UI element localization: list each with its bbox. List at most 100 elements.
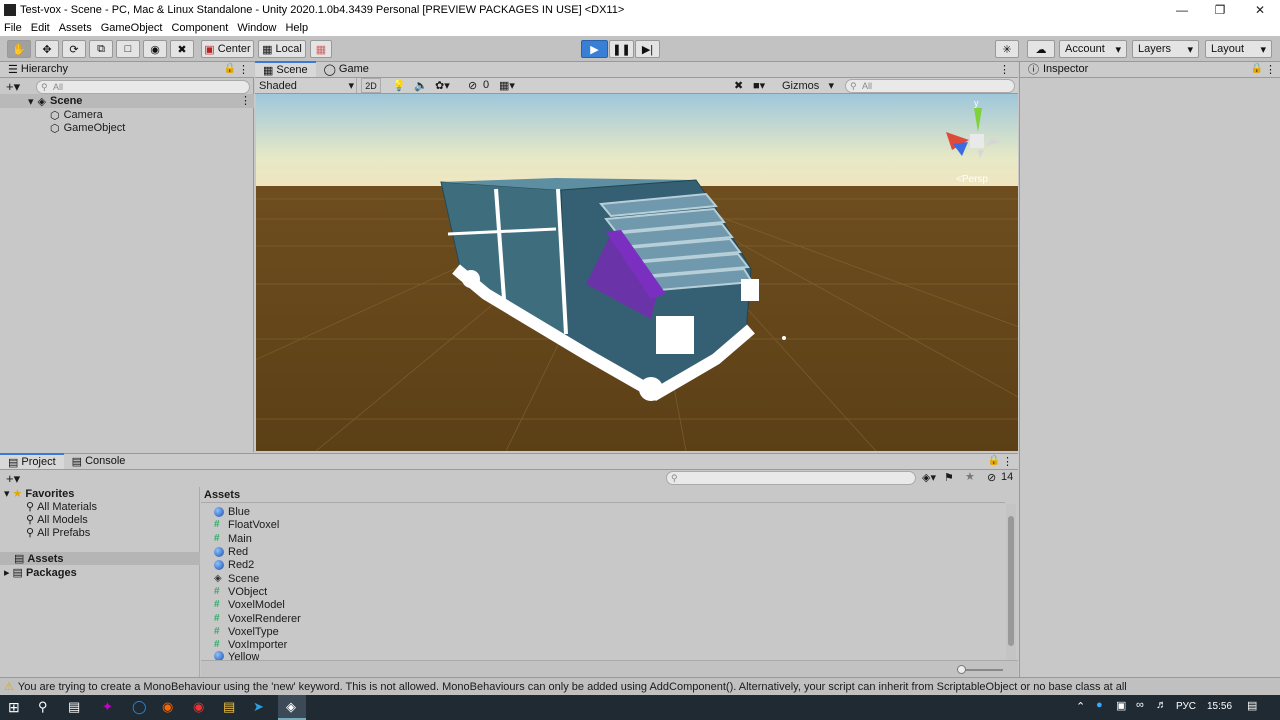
tab-scene[interactable]: ▦ Scene	[255, 61, 316, 77]
label-filter-icon[interactable]: ⚑	[944, 471, 954, 484]
tab-hierarchy[interactable]: ☰ Hierarchy	[0, 61, 76, 77]
folder-packages[interactable]: ▸ ▤ Packages	[4, 566, 77, 580]
volume-icon[interactable]: ♬	[1156, 699, 1167, 711]
pivot-center-button[interactable]: ▣ Center	[201, 40, 254, 58]
custom-tool-button[interactable]: ✖	[170, 40, 194, 58]
telegram-icon[interactable]: ➤	[253, 699, 264, 715]
icon-size-slider-handle[interactable]	[957, 665, 966, 674]
asset-voximporter[interactable]: # VoxImporter	[214, 638, 287, 651]
asset-main[interactable]: # Main	[214, 532, 252, 545]
pause-button[interactable]: ❚❚	[609, 40, 634, 58]
search-icon[interactable]: ⚲	[38, 699, 48, 715]
kebab-menu-icon[interactable]: ⋮	[999, 63, 1010, 76]
account-dropdown[interactable]: Account ▾	[1059, 40, 1127, 58]
menu-file[interactable]: File	[4, 22, 22, 34]
lock-icon[interactable]: 🔒	[224, 63, 236, 74]
edge-icon[interactable]: ◯	[132, 699, 147, 715]
firefox-icon[interactable]: ◉	[162, 699, 173, 715]
minimize-button[interactable]: —	[1162, 0, 1202, 20]
tab-project[interactable]: ▤ Project	[0, 453, 64, 469]
project-search-input[interactable]: ⚲	[666, 471, 916, 485]
asset-voxelrenderer[interactable]: # VoxelRenderer	[214, 612, 301, 625]
star-icon[interactable]: ★	[965, 470, 975, 483]
tab-game[interactable]: ◯ Game	[316, 61, 377, 77]
pivot-local-button[interactable]: ▦ Local	[258, 40, 306, 58]
tray-display-icon[interactable]: ▣	[1116, 699, 1126, 712]
menu-component[interactable]: Component	[171, 22, 228, 34]
transform-tool-button[interactable]: ◉	[143, 40, 167, 58]
asset-blue[interactable]: Blue	[214, 505, 250, 518]
kebab-menu-icon[interactable]: ⋮	[1265, 63, 1276, 76]
layers-dropdown[interactable]: Layers ▾	[1132, 40, 1199, 58]
hand-tool-button[interactable]: ✋	[7, 40, 31, 58]
shading-mode-dropdown[interactable]: Shaded ▾	[257, 78, 357, 93]
icon-size-slider-track[interactable]	[961, 669, 1003, 671]
step-button[interactable]: ▶|	[635, 40, 660, 58]
tab-inspector[interactable]: ⓘ Inspector	[1020, 61, 1096, 77]
hierarchy-item-gameobject[interactable]: ⬡ GameObject	[50, 121, 125, 135]
rotate-tool-button[interactable]: ⟳	[62, 40, 86, 58]
hierarchy-item-camera[interactable]: ⬡ Camera	[50, 108, 103, 122]
menu-assets[interactable]: Assets	[59, 22, 92, 34]
wifi-icon[interactable]: ∞	[1136, 699, 1144, 711]
layout-dropdown[interactable]: Layout ▾	[1205, 40, 1272, 58]
collab-button[interactable]: ✳	[995, 40, 1019, 58]
asset-red[interactable]: Red	[214, 545, 248, 558]
menu-edit[interactable]: Edit	[31, 22, 50, 34]
favorites-row[interactable]: ▾ ★ Favorites	[4, 487, 74, 501]
audio-icon[interactable]: 🔈	[414, 79, 428, 92]
scene-viewport[interactable]: y <Persp	[256, 94, 1018, 451]
asset-voxeltype[interactable]: # VoxelType	[214, 625, 279, 638]
input-language[interactable]: РУС	[1176, 701, 1196, 712]
explorer-icon[interactable]: ▤	[223, 699, 235, 715]
scene-menu-icon[interactable]: ⋮	[240, 94, 251, 107]
asset-floatvoxel[interactable]: # FloatVoxel	[214, 518, 279, 531]
snap-button[interactable]: ▦	[310, 40, 332, 58]
folder-assets[interactable]: ▤ Assets	[14, 552, 63, 566]
assets-breadcrumb[interactable]: Assets	[204, 489, 240, 501]
play-button[interactable]: ▶	[581, 40, 608, 58]
restore-button[interactable]: ❐	[1200, 0, 1240, 20]
asset-vobject[interactable]: # VObject	[214, 585, 267, 598]
hierarchy-search-input[interactable]: ⚲ All	[36, 80, 250, 94]
persp-label[interactable]: <Persp	[956, 174, 988, 185]
kebab-menu-icon[interactable]: ⋮	[238, 63, 249, 76]
status-bar[interactable]: ⚠ You are trying to create a MonoBehavio…	[0, 677, 1280, 695]
chevron-up-icon[interactable]: ⌃	[1076, 700, 1085, 713]
menu-window[interactable]: Window	[237, 22, 276, 34]
favorite-all-models[interactable]: ⚲ All Models	[26, 513, 88, 527]
tab-console[interactable]: ▤ Console	[64, 453, 134, 469]
kebab-menu-icon[interactable]: ⋮	[1002, 455, 1013, 468]
move-tool-button[interactable]: ✥	[35, 40, 59, 58]
scale-tool-button[interactable]: ⧉	[89, 40, 113, 58]
chrome-icon[interactable]: ◉	[193, 699, 204, 715]
favorite-all-materials[interactable]: ⚲ All Materials	[26, 500, 97, 514]
hidden-packages-icon[interactable]: ⊘	[987, 471, 996, 484]
clock[interactable]: 15:56	[1207, 701, 1232, 712]
lighting-icon[interactable]: 💡	[392, 79, 406, 92]
rect-tool-button[interactable]: □	[116, 40, 140, 58]
filter-type-icon[interactable]: ◈▾	[922, 471, 936, 484]
windows-start-icon[interactable]: ⊞	[8, 699, 20, 716]
asset-voxelmodel[interactable]: # VoxelModel	[214, 598, 285, 611]
lock-icon[interactable]: 🔒	[1251, 63, 1263, 74]
cloud-button[interactable]: ☁	[1027, 40, 1055, 58]
asset-scene[interactable]: ◈ Scene	[214, 572, 259, 585]
gizmos-dropdown[interactable]: Gizmos ▾	[779, 78, 837, 93]
scene-search-input[interactable]: ⚲ All	[845, 79, 1015, 93]
menu-help[interactable]: Help	[285, 22, 308, 34]
grid-toggle-icon[interactable]: ▦▾	[499, 79, 515, 92]
visual-studio-icon[interactable]: ✦	[102, 699, 113, 715]
notifications-icon[interactable]: ▤	[1247, 699, 1257, 712]
scrollbar-thumb[interactable]	[1008, 516, 1014, 646]
add-icon[interactable]: +▾	[6, 471, 20, 487]
hidden-objects-icon[interactable]: ⊘	[468, 79, 477, 92]
asset-red2[interactable]: Red2	[214, 558, 254, 571]
effects-icon[interactable]: ✿▾	[435, 79, 450, 92]
close-button[interactable]: ✕	[1240, 0, 1280, 20]
2d-toggle-button[interactable]: 2D	[361, 78, 381, 93]
camera-icon[interactable]: ■▾	[753, 79, 765, 92]
lock-icon[interactable]: 🔒	[988, 455, 1000, 466]
add-icon[interactable]: +▾	[6, 79, 20, 95]
tools-icon[interactable]: ✖	[734, 79, 743, 92]
